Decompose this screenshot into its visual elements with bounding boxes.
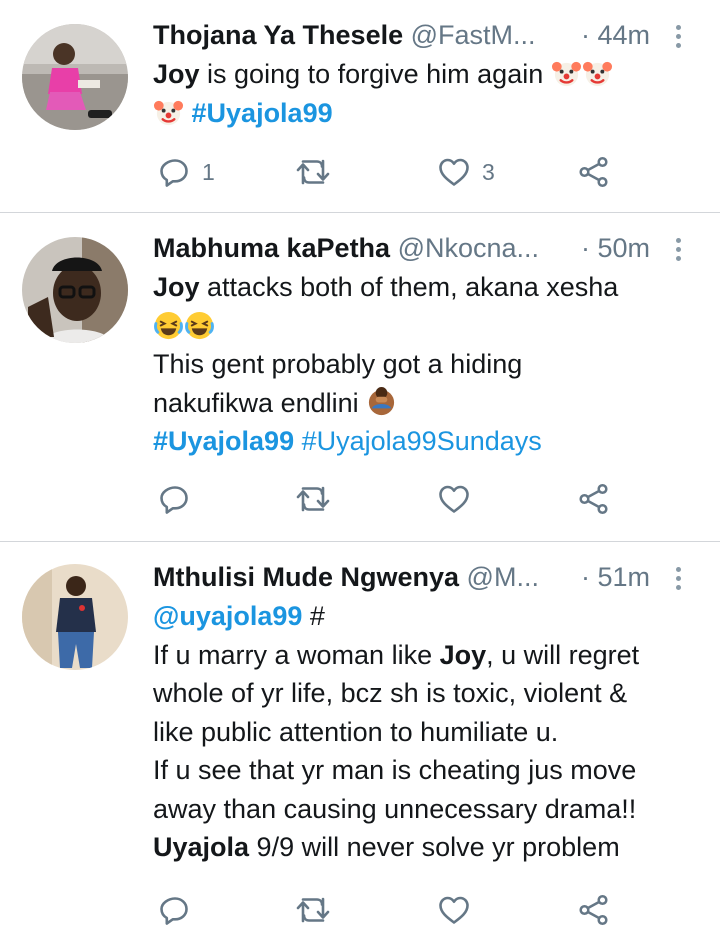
share-icon <box>578 483 610 515</box>
mention-link[interactable]: @uyajola99 <box>153 601 302 631</box>
reply-button[interactable] <box>160 481 190 517</box>
clown-face-emoji-icon <box>582 58 613 89</box>
share-icon <box>578 156 610 188</box>
more-options-icon[interactable] <box>668 22 688 52</box>
like-button[interactable] <box>438 892 470 928</box>
tweet-text: @uyajola99 # If u marry a woman like Joy… <box>153 597 698 867</box>
display-name[interactable]: Mabhuma kaPetha <box>153 233 390 263</box>
text-segment: whole of yr life, bcz sh is toxic, viole… <box>153 678 628 708</box>
crying-laughing-emoji-icon <box>184 310 215 341</box>
avatar[interactable] <box>22 237 128 343</box>
user-handle: @FastM... <box>410 20 536 50</box>
like-button[interactable] <box>438 481 470 517</box>
heart-icon <box>438 484 470 514</box>
reply-button[interactable] <box>160 892 190 928</box>
bold-word: Joy <box>153 272 200 302</box>
display-name[interactable]: Thojana Ya Thesele <box>153 20 403 50</box>
clown-face-emoji-icon <box>551 58 582 89</box>
text-segment: If u marry a woman like <box>153 639 440 670</box>
timestamp[interactable]: · 50m <box>581 231 650 265</box>
hashtag-link[interactable]: #Uyajola99 <box>153 426 294 456</box>
clown-face-emoji-icon <box>153 97 184 128</box>
text-segment: # <box>302 601 325 631</box>
hashtag-link[interactable]: #Uyajola99Sundays <box>302 426 542 456</box>
text-segment: If u see that yr man is cheating jus mov… <box>153 755 637 785</box>
retweet-button[interactable] <box>296 892 330 928</box>
display-name[interactable]: Mthulisi Mude Ngwenya <box>153 562 459 592</box>
retweet-icon <box>296 895 330 925</box>
timestamp[interactable]: · 44m <box>581 18 650 52</box>
retweet-button[interactable] <box>296 154 330 190</box>
bold-word: Joy <box>439 639 487 670</box>
reply-icon <box>160 895 190 925</box>
reply-count: 1 <box>202 158 215 185</box>
text-segment: This gent probably got a hiding <box>153 349 523 379</box>
tweet-2[interactable]: Mabhuma kaPetha @Nkocna... · 50m Joy att… <box>0 213 720 541</box>
share-icon <box>578 894 610 926</box>
tweet-3[interactable]: Mthulisi Mude Ngwenya @M... · 51m @uyajo… <box>0 542 720 936</box>
tweet-text: Joy attacks both of them, akana xesha Th… <box>153 268 698 461</box>
text-segment: , u will regret <box>486 639 640 670</box>
reply-button[interactable]: 1 <box>160 154 215 190</box>
timestamp[interactable]: · 51m <box>581 560 650 594</box>
retweet-icon <box>296 157 330 187</box>
heart-icon <box>438 895 470 925</box>
reply-icon <box>160 157 190 187</box>
heart-icon <box>438 157 470 187</box>
bold-word: Joy <box>153 59 200 89</box>
reply-icon <box>160 484 190 514</box>
tweet-1[interactable]: Thojana Ya Thesele @FastM... · 44m Joy i… <box>0 0 720 212</box>
text-segment: 9/9 will never solve yr problem <box>249 832 620 862</box>
tweet-header: Mabhuma kaPetha @Nkocna... · 50m <box>153 231 680 265</box>
text-segment: nakufikwa endlini <box>153 387 367 418</box>
retweet-icon <box>296 484 330 514</box>
user-handle: @M... <box>466 562 539 592</box>
text-segment: away than causing unnecessary drama!! <box>153 793 637 824</box>
tweet-text: Joy is going to forgive him again #Uyajo… <box>153 55 698 132</box>
text-segment: like public attention to humiliate u. <box>153 716 559 747</box>
tweet-actions <box>150 481 630 517</box>
retweet-button[interactable] <box>296 481 330 517</box>
tweet-header: Thojana Ya Thesele @FastM... · 44m <box>153 18 680 52</box>
tweet-header: Mthulisi Mude Ngwenya @M... · 51m <box>153 560 680 594</box>
share-button[interactable] <box>578 154 610 190</box>
text-segment: attacks both of them, akana xesha <box>199 272 619 302</box>
like-count: 3 <box>482 158 495 185</box>
more-options-icon[interactable] <box>668 235 688 265</box>
tweet-actions: 1 3 <box>150 154 630 190</box>
crying-laughing-emoji-icon <box>153 310 184 341</box>
more-options-icon[interactable] <box>668 564 688 594</box>
bold-word: Uyajola <box>153 832 250 862</box>
share-button[interactable] <box>578 481 610 517</box>
tweet-actions <box>150 892 630 928</box>
like-button[interactable]: 3 <box>438 154 495 190</box>
text-segment: is going to forgive him again <box>199 59 551 89</box>
hashtag-link[interactable]: #Uyajola99 <box>192 98 333 128</box>
avatar[interactable] <box>22 24 128 130</box>
share-button[interactable] <box>578 892 610 928</box>
user-handle: @Nkocna... <box>397 233 540 263</box>
avatar[interactable] <box>22 564 128 670</box>
facepalm-emoji-icon <box>366 387 397 418</box>
